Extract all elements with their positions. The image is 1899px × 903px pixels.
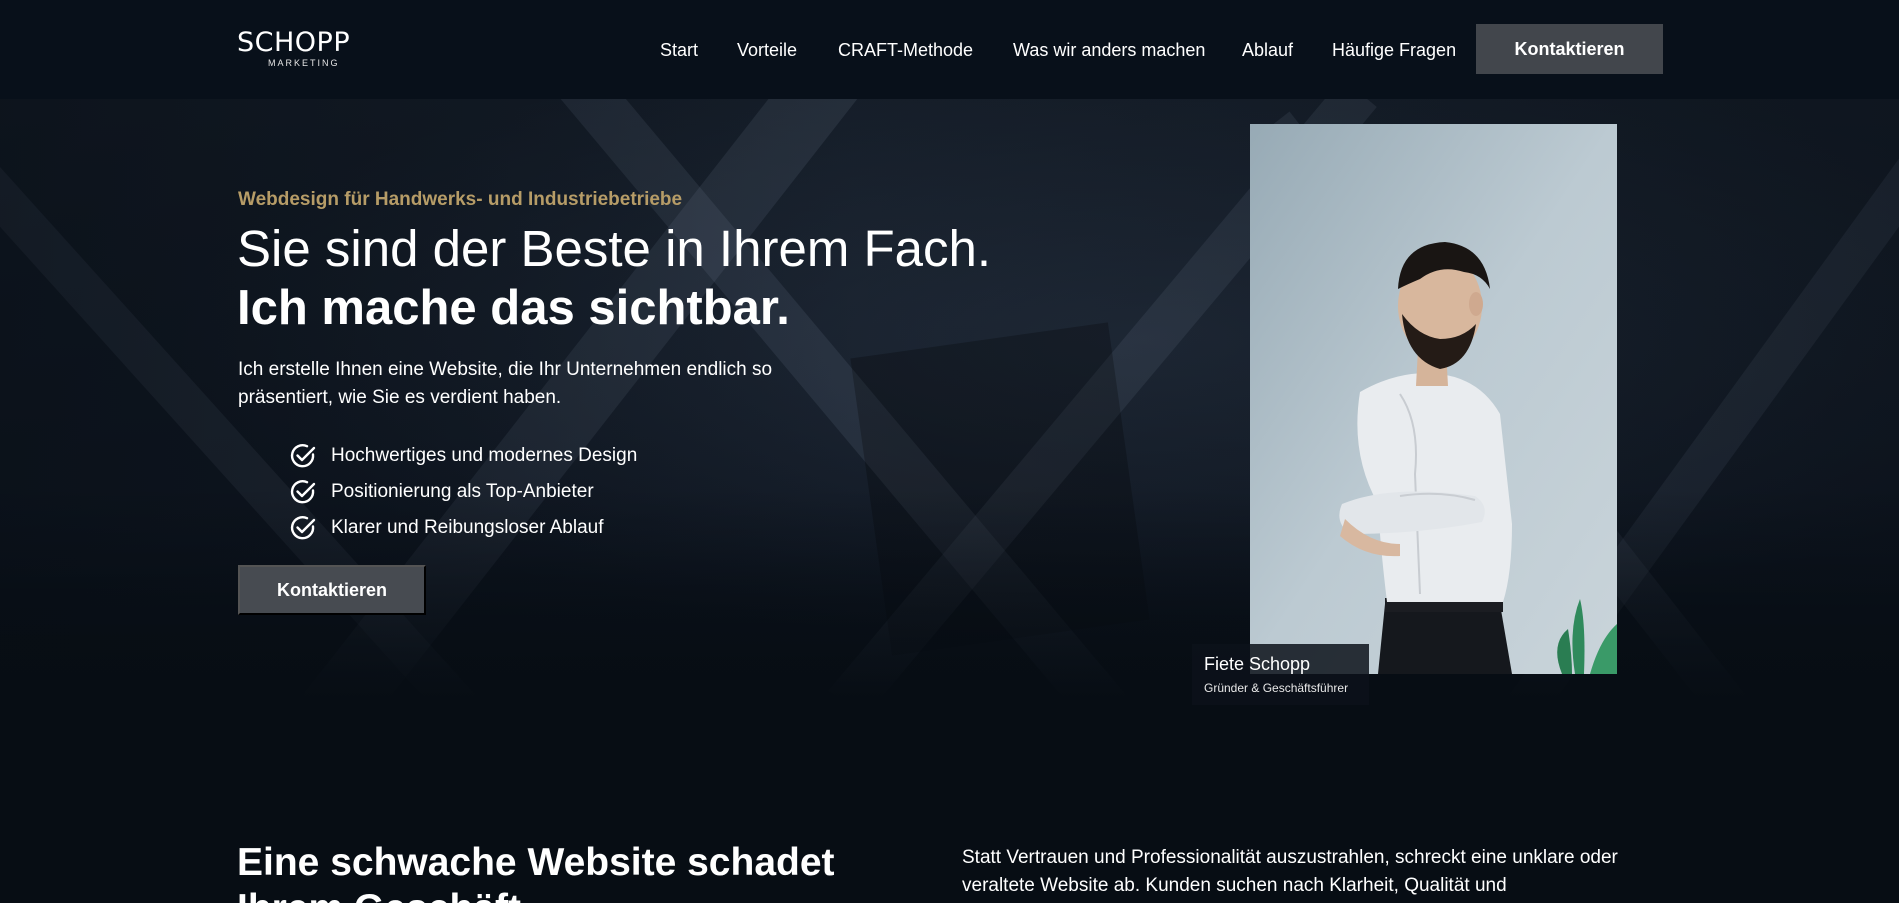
benefit-item: Positionierung als Top-Anbieter — [289, 474, 637, 510]
benefit-list: Hochwertiges und modernes Design Positio… — [289, 438, 637, 546]
benefit-label: Hochwertiges und modernes Design — [331, 445, 638, 466]
founder-role: Gründer & Geschäftsführer — [1204, 681, 1349, 695]
hero-headline-line2: Ich mache das sichtbar. — [237, 281, 790, 335]
portrait-caption: Fiete Schopp Gründer & Geschäftsführer — [1192, 644, 1369, 705]
benefit-label: Klarer und Reibungsloser Ablauf — [331, 517, 604, 538]
problem-section-title: Eine schwache Website schadet Ihrem Gesc… — [237, 841, 835, 903]
check-circle-icon — [290, 516, 316, 540]
benefit-item: Hochwertiges und modernes Design — [289, 438, 637, 474]
nav-link-craft-methode[interactable]: CRAFT-Methode — [838, 40, 973, 60]
hero-headline-line1: Sie sind der Beste in Ihrem Fach. — [237, 220, 992, 277]
hero-eyebrow: Webdesign für Handwerks- und Industriebe… — [238, 189, 683, 210]
nav-link-start[interactable]: Start — [660, 40, 698, 60]
benefit-item: Klarer und Reibungsloser Ablauf — [289, 510, 637, 546]
founder-portrait-photo — [1250, 124, 1617, 674]
nav-link-was-wir-anders-machen[interactable]: Was wir anders machen — [1013, 40, 1205, 60]
nav-link-ablauf[interactable]: Ablauf — [1242, 40, 1293, 60]
nav-link-vorteile[interactable]: Vorteile — [737, 40, 797, 60]
benefit-label: Positionierung als Top-Anbieter — [331, 481, 594, 502]
header-contact-button[interactable]: Kontaktieren — [1476, 24, 1663, 74]
problem-section-text: Statt Vertrauen und Professionalität aus… — [962, 847, 1618, 896]
check-circle-icon — [290, 444, 316, 468]
nav-link-haeufige-fragen[interactable]: Häufige Fragen — [1332, 40, 1456, 60]
founder-figure-illustration — [1250, 124, 1617, 674]
site-header: SCHOPP MARKETING Start Vorteile CRAFT-Me… — [0, 0, 1899, 99]
hero-intro-text: Ich erstelle Ihnen eine Website, die Ihr… — [238, 359, 773, 408]
founder-name: Fiete Schopp — [1204, 654, 1311, 674]
hero-contact-button[interactable]: Kontaktieren — [238, 565, 426, 615]
check-circle-icon — [290, 480, 316, 504]
